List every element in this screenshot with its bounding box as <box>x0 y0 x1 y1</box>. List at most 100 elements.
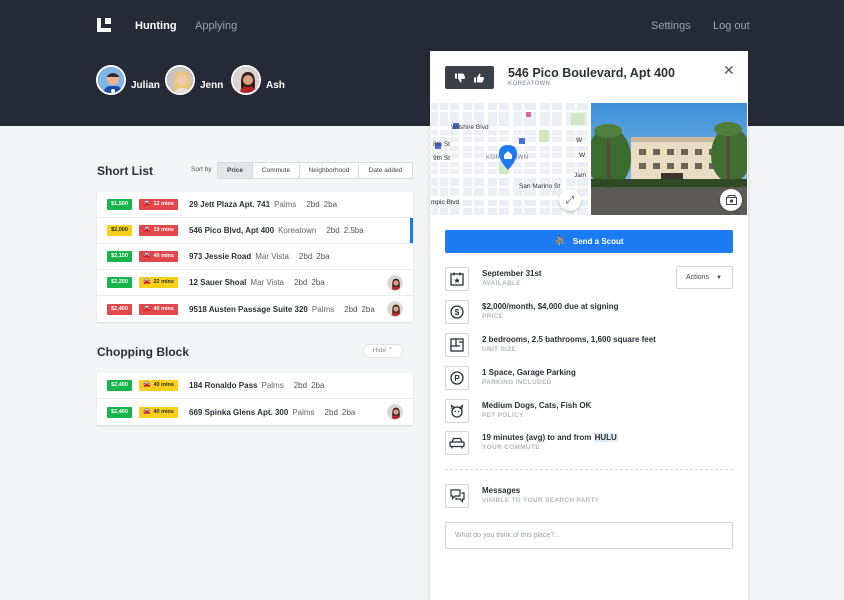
price-badge: $2,400 <box>107 406 132 418</box>
availability-label: AVAILABLE <box>482 280 521 287</box>
unit-size-label: UNIT SIZE <box>482 346 517 353</box>
nav-logout[interactable]: Log out <box>713 20 750 32</box>
list-item[interactable]: $2,400 🚘 40 mins 184 Ronaldo Pass Palms 2bd… <box>97 373 413 399</box>
vote-toggle[interactable] <box>445 66 494 89</box>
commute-badge: 🚘 19 mins <box>139 225 178 236</box>
car-icon: 🚘 <box>143 253 151 259</box>
dollar-icon: $ <box>445 300 469 324</box>
map-label: 9th St <box>433 155 450 162</box>
sort-price-button[interactable]: Price <box>218 163 253 178</box>
map-label: mpic Blvd <box>431 199 460 206</box>
listing-address: 546 Pico Blvd, Apt 400 Koreatown 2bd 2.5ba <box>189 226 364 235</box>
parking-detail: P 1 Space, Garage Parking PARKING INCLUD… <box>445 366 735 390</box>
close-icon[interactable]: ✕ <box>723 62 735 79</box>
chevron-up-icon: ⌃ <box>387 347 394 354</box>
commute-badge: 🚘 40 mins <box>139 251 178 262</box>
calendar-icon <box>445 267 469 291</box>
list-item[interactable]: $1,500 🚘 12 mins 29 Jett Plaza Apt. 741 Pa… <box>97 192 413 218</box>
party-member-name: Jenn <box>200 79 224 91</box>
unit-size-value: 2 bedrooms, 2.5 bathrooms, 1,600 square … <box>482 335 656 344</box>
party-member-ash[interactable]: Ash <box>231 65 285 95</box>
list-item[interactable]: $2,400 🚘 40 mins 669 Spinka Glens Apt. 30… <box>97 399 413 425</box>
price-badge: $1,500 <box>107 199 132 210</box>
chat-bubbles-icon <box>445 484 469 508</box>
map-label: 8th St <box>433 141 450 148</box>
price-badge: $2,000 <box>107 225 132 236</box>
party-member-name: Julian <box>131 79 160 91</box>
send-scout-button[interactable]: ⛹ Send a Scout <box>445 230 733 253</box>
commute-destination[interactable]: HULU <box>593 433 618 442</box>
sort-by-label: Sort by <box>191 166 212 173</box>
listing-neighborhood: KOREATOWN <box>508 81 551 87</box>
messages-subtitle: VISIBLE TO YOUR SEARCH PARTY <box>482 497 600 504</box>
listing-title: 546 Pico Boulevard, Apt 400 <box>508 66 675 80</box>
avatar <box>387 404 403 420</box>
unit-size-detail: 2 bedrooms, 2.5 bathrooms, 1,600 square … <box>445 333 735 357</box>
listing-address: 184 Ronaldo Pass Palms 2bd 2ba <box>189 381 325 390</box>
listing-detail-panel: 546 Pico Boulevard, Apt 400 KOREATOWN ✕ … <box>430 51 748 600</box>
map-label: W <box>576 137 583 144</box>
map-label: Jam <box>574 172 587 179</box>
chopping-block-list: $2,400 🚘 40 mins 184 Ronaldo Pass Palms 2bd… <box>97 373 413 425</box>
thumbs-up-icon[interactable] <box>473 72 485 84</box>
comment-input[interactable] <box>445 522 733 549</box>
floorplan-icon <box>445 333 469 357</box>
sort-toggle-group: Price Commute Neighborhood Date added <box>217 162 413 179</box>
parking-icon: P <box>445 366 469 390</box>
party-member-jenn[interactable]: Jenn <box>165 65 223 95</box>
sort-date-added-button[interactable]: Date added <box>359 163 412 178</box>
avatar <box>387 275 403 291</box>
listing-address: 9518 Austen Passage Suite 320 Palms 2bd 2ba <box>189 304 375 314</box>
scout-icon: ⛹ <box>554 236 567 247</box>
map-pin-icon[interactable] <box>499 145 517 170</box>
pet-policy-value: Medium Dogs, Cats, Fish OK <box>482 401 592 410</box>
car-icon: 🚘 <box>143 279 151 285</box>
avatar <box>387 301 403 317</box>
party-member-julian[interactable]: Julian <box>96 65 160 95</box>
thumbs-down-icon[interactable] <box>454 72 466 84</box>
hide-button[interactable]: Hide ⌃ <box>363 344 403 358</box>
svg-text:$: $ <box>455 308 460 317</box>
availability-detail: September 31st AVAILABLE <box>445 267 735 291</box>
map-label: W <box>579 152 586 159</box>
commute-value: 19 minutes (avg) to and from HULU <box>482 433 618 442</box>
messages-title: Messages <box>482 486 521 495</box>
price-label: PRICE <box>482 313 504 320</box>
price-detail: $ $2,000/month, $4,000 due at signing PR… <box>445 300 735 324</box>
nav-settings[interactable]: Settings <box>651 20 691 32</box>
avatar <box>96 65 126 95</box>
listing-photo[interactable] <box>591 103 747 215</box>
price-badge: $2,400 <box>107 303 132 315</box>
gallery-icon[interactable] <box>720 189 742 211</box>
listing-address: 29 Jett Plaza Apt. 741 Palms 2bd 2ba <box>189 200 338 209</box>
price-badge: $2,150 <box>107 251 132 262</box>
commute-badge: 🚘 40 mins <box>139 303 178 315</box>
party-member-name: Ash <box>266 79 285 91</box>
price-badge: $2,400 <box>107 380 132 391</box>
map-view[interactable]: Wilshire Blvd 8th St 9th St KOREATOWN Sa… <box>431 103 588 215</box>
parking-label: PARKING INCLUDED <box>482 379 552 386</box>
avatar <box>165 65 195 95</box>
logo-icon[interactable] <box>97 18 111 32</box>
list-item[interactable]: $2,200 🚘 22 mins 12 Sauer Shoal Mar Vista 2… <box>97 270 413 296</box>
commute-badge: 🚘 22 mins <box>139 277 178 288</box>
listing-address: 669 Spinka Glens Apt. 300 Palms 2bd 2ba <box>189 407 356 417</box>
pet-policy-detail: Medium Dogs, Cats, Fish OK PET POLICY <box>445 399 735 423</box>
price-badge: $2,200 <box>107 277 132 288</box>
list-item[interactable]: $2,000 🚘 19 mins 546 Pico Blvd, Apt 400 Ko… <box>97 218 413 244</box>
sort-commute-button[interactable]: Commute <box>253 163 300 178</box>
nav-hunting[interactable]: Hunting <box>135 20 177 32</box>
nav-applying[interactable]: Applying <box>195 20 237 32</box>
car-icon: 🚘 <box>143 382 151 388</box>
sort-neighborhood-button[interactable]: Neighborhood <box>300 163 359 178</box>
parking-value: 1 Space, Garage Parking <box>482 368 576 377</box>
divider <box>445 469 733 470</box>
list-item[interactable]: $2,400 🚘 40 mins 9518 Austen Passage Suit… <box>97 296 413 322</box>
expand-map-icon[interactable]: ⤢ <box>559 189 581 211</box>
list-item[interactable]: $2,150 🚘 40 mins 973 Jessie Road Mar Vista… <box>97 244 413 270</box>
map-label: San Marino St <box>519 183 561 190</box>
car-icon: 🚘 <box>143 227 151 233</box>
listing-address: 12 Sauer Shoal Mar Vista 2bd 2ba <box>189 278 325 287</box>
short-list-title: Short List <box>97 164 153 178</box>
short-list: $1,500 🚘 12 mins 29 Jett Plaza Apt. 741 Pa… <box>97 192 413 322</box>
